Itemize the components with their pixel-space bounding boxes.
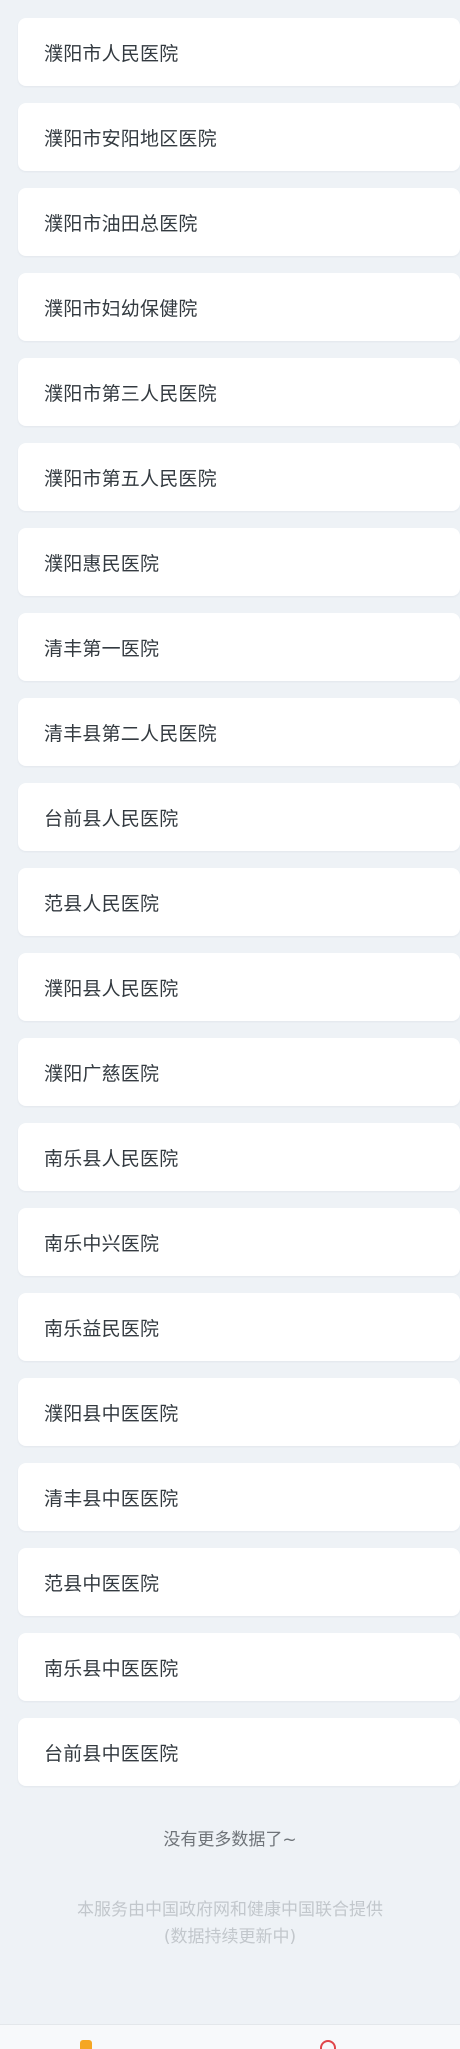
no-more-data-text: 没有更多数据了~: [163, 1830, 297, 1850]
hospital-name: 台前县人民医院: [44, 807, 179, 830]
hospital-card[interactable]: 南乐县人民医院: [18, 1123, 460, 1191]
bottom-tab-bar: [0, 2024, 460, 2049]
hospital-card[interactable]: 濮阳广慈医院: [18, 1038, 460, 1106]
hospital-card[interactable]: 南乐县中医医院: [18, 1633, 460, 1701]
hospital-card[interactable]: 南乐中兴医院: [18, 1208, 460, 1276]
hospital-name: 清丰县第二人民医院: [44, 722, 217, 745]
hospital-card[interactable]: 南乐益民医院: [18, 1293, 460, 1361]
hospital-name: 台前县中医医院: [44, 1742, 179, 1765]
hospital-card[interactable]: 范县人民医院: [18, 868, 460, 936]
footer-line-provider: 本服务由中国政府网和健康中国联合提供: [77, 1900, 383, 1920]
hospital-card[interactable]: 濮阳市妇幼保健院: [18, 273, 460, 341]
hospital-name: 濮阳广慈医院: [44, 1062, 160, 1085]
hospital-name: 濮阳市安阳地区医院: [44, 127, 217, 150]
hospital-name: 南乐县中医医院: [44, 1657, 179, 1680]
hospital-card[interactable]: 濮阳县人民医院: [18, 953, 460, 1021]
hospital-name: 濮阳县人民医院: [44, 977, 179, 1000]
hospital-card[interactable]: 濮阳县中医医院: [18, 1378, 460, 1446]
hospital-card[interactable]: 濮阳市油田总医院: [18, 188, 460, 256]
hospital-name: 濮阳市人民医院: [44, 42, 179, 65]
hospital-name: 南乐益民医院: [44, 1317, 160, 1340]
hospital-card[interactable]: 濮阳市安阳地区医院: [18, 103, 460, 171]
hospital-name: 范县人民医院: [44, 892, 160, 915]
hospital-name: 清丰县中医医院: [44, 1487, 179, 1510]
footer-line-updating: (数据持续更新中): [163, 1927, 297, 1947]
hospital-name: 南乐县人民医院: [44, 1147, 179, 1170]
hospital-name: 清丰第一医院: [44, 637, 160, 660]
footer-notice: 本服务由中国政府网和健康中国联合提供 (数据持续更新中): [0, 1897, 460, 1951]
hospital-card[interactable]: 清丰第一医院: [18, 613, 460, 681]
hospital-card[interactable]: 濮阳惠民医院: [18, 528, 460, 596]
hospital-card[interactable]: 台前县人民医院: [18, 783, 460, 851]
hospital-name: 濮阳市妇幼保健院: [44, 297, 198, 320]
hospital-name: 濮阳县中医医院: [44, 1402, 179, 1425]
hospital-card[interactable]: 台前县中医医院: [18, 1718, 460, 1786]
hospital-card[interactable]: 清丰县中医医院: [18, 1463, 460, 1531]
hospital-name: 濮阳市油田总医院: [44, 212, 198, 235]
hospital-name: 濮阳市第三人民医院: [44, 382, 217, 405]
hospital-card[interactable]: 濮阳市人民医院: [18, 18, 460, 86]
hospital-name: 濮阳市第五人民医院: [44, 467, 217, 490]
hospital-name: 濮阳惠民医院: [44, 552, 160, 575]
hospital-card[interactable]: 濮阳市第五人民医院: [18, 443, 460, 511]
hospital-name: 南乐中兴医院: [44, 1232, 160, 1255]
hospital-name: 范县中医医院: [44, 1572, 160, 1595]
hospital-card[interactable]: 濮阳市第三人民医院: [18, 358, 460, 426]
hospital-list: 濮阳市人民医院 濮阳市安阳地区医院 濮阳市油田总医院 濮阳市妇幼保健院 濮阳市第…: [0, 18, 460, 1803]
hospital-card[interactable]: 范县中医医院: [18, 1548, 460, 1616]
hospital-card[interactable]: 清丰县第二人民医院: [18, 698, 460, 766]
